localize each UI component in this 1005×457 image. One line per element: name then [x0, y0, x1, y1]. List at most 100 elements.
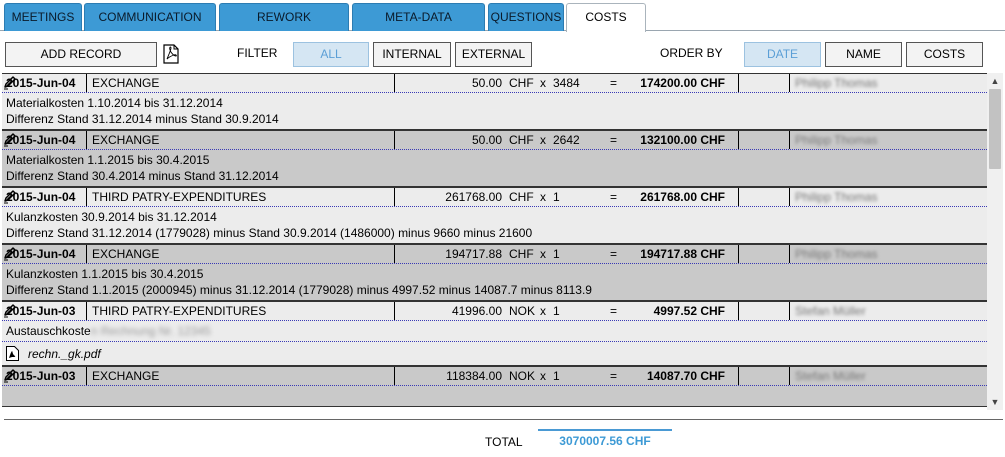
record-total: 132100.00 CHF: [640, 133, 725, 147]
record-date: 2015-Jun-04: [6, 247, 76, 261]
attachment-filename[interactable]: rechn._gk.pdf: [28, 347, 101, 361]
record-multiplier: x: [540, 190, 546, 204]
cost-record[interactable]: 2015-Jun-03 THIRD PATRY-EXPENDITURES 419…: [2, 301, 987, 366]
description-line: Differenz Stand 31.12.2014 minus Stand 3…: [6, 112, 279, 126]
filter-label: FILTER: [237, 46, 278, 60]
cost-record[interactable]: 2015-Jun-04 THIRD PATRY-EXPENDITURES 261…: [2, 187, 987, 244]
record-amount: 50.00: [471, 76, 502, 90]
record-description: Kulanzkosten 30.9.2014 bis 31.12.2014 Di…: [2, 207, 987, 243]
record-type: THIRD PATRY-EXPENDITURES: [92, 304, 267, 318]
record-total: 4997.52 CHF: [653, 304, 725, 318]
record-currency: NOK: [509, 369, 536, 383]
record-author: Philipp Thomas: [795, 133, 878, 147]
record-quantity: 1: [553, 190, 560, 204]
order-costs-button[interactable]: COSTS: [906, 42, 983, 67]
record-date: 2015-Jun-04: [6, 190, 76, 204]
footer-divider: [4, 419, 1003, 420]
record-quantity: 3484: [553, 76, 580, 90]
cost-record[interactable]: 2015-Jun-04 EXCHANGE 50.00 CHF x 2642 = …: [2, 130, 987, 187]
total-underline: [538, 429, 672, 431]
description-line: Differenz Stand 1.1.2015 (2000945) minus…: [6, 283, 592, 297]
tab-communication[interactable]: COMMUNICATION: [84, 3, 216, 31]
record-author: Philipp Thomas: [795, 76, 878, 90]
scroll-up-icon[interactable]: ▲: [990, 76, 1000, 86]
tab-meta-data[interactable]: META-DATA: [352, 3, 485, 31]
description-line: Kulanzkosten 1.1.2015 bis 30.4.2015: [6, 267, 204, 281]
tab-rework[interactable]: REWORK: [219, 3, 349, 31]
filter-all-button[interactable]: ALL: [293, 42, 369, 67]
total-label: TOTAL: [485, 435, 523, 449]
record-total: 261768.00 CHF: [640, 190, 725, 204]
tab-bar: MEETINGS COMMUNICATION REWORK META-DATA …: [0, 0, 1005, 32]
record-currency: CHF: [509, 133, 534, 147]
record-currency: CHF: [509, 247, 534, 261]
scrollbar-thumb[interactable]: [989, 89, 1001, 169]
record-multiplier: x: [540, 369, 546, 383]
description-line: Kulanzkosten 30.9.2014 bis 31.12.2014: [6, 210, 217, 224]
toolbar: ADD RECORD FILTER ALL INTERNAL EXTERNAL …: [0, 31, 1005, 73]
record-header: 2015-Jun-04 EXCHANGE 50.00 CHF x 2642 = …: [2, 130, 987, 150]
record-type: EXCHANGE: [92, 76, 160, 90]
record-date: 2015-Jun-04: [6, 76, 76, 90]
record-amount: 41996.00: [451, 304, 502, 318]
total-value: 3070007.56 CHF: [559, 434, 651, 448]
record-currency: NOK: [509, 304, 536, 318]
tab-costs[interactable]: COSTS: [566, 3, 646, 32]
record-author: Stefan Müller: [795, 304, 866, 318]
description-text: Austauschkoste: [6, 324, 91, 338]
record-currency: CHF: [509, 190, 534, 204]
record-quantity: 1: [553, 304, 560, 318]
record-multiplier: x: [540, 133, 546, 147]
record-description: [2, 386, 987, 406]
file-icon: [6, 346, 19, 361]
record-type: EXCHANGE: [92, 369, 160, 383]
record-header: 2015-Jun-04 EXCHANGE 194717.88 CHF x 1 =…: [2, 244, 987, 264]
vertical-scrollbar[interactable]: ▲ ▼: [987, 73, 1003, 410]
record-quantity: 2642: [553, 133, 580, 147]
record-header: 2015-Jun-03 THIRD PATRY-EXPENDITURES 419…: [2, 301, 987, 321]
redacted-text: n Rechnung Nr. 12345: [90, 324, 211, 338]
add-record-button[interactable]: ADD RECORD: [5, 42, 157, 67]
record-amount: 118384.00: [446, 369, 502, 383]
filter-internal-button[interactable]: INTERNAL: [373, 42, 451, 67]
record-amount: 50.00: [471, 133, 502, 147]
record-description: Materialkosten 1.1.2015 bis 30.4.2015 Di…: [2, 150, 987, 186]
record-total: 14087.70 CHF: [646, 369, 725, 383]
order-by-label: ORDER BY: [660, 46, 723, 60]
description-line: Differenz Stand 30.4.2014 minus Stand 31…: [6, 169, 279, 183]
record-amount: 194717.88: [445, 247, 502, 261]
record-multiplier: x: [540, 247, 546, 261]
record-author: Philipp Thomas: [795, 190, 878, 204]
filter-external-button[interactable]: EXTERNAL: [455, 42, 532, 67]
cost-record[interactable]: 2015-Jun-04 EXCHANGE 194717.88 CHF x 1 =…: [2, 244, 987, 301]
description-line: Materialkosten 1.10.2014 bis 31.12.2014: [6, 96, 223, 110]
record-header: 2015-Jun-04 THIRD PATRY-EXPENDITURES 261…: [2, 187, 987, 207]
record-header: 2015-Jun-04 EXCHANGE 50.00 CHF x 3484 = …: [2, 73, 987, 93]
record-multiplier: x: [540, 304, 546, 318]
record-header: 2015-Jun-03 EXCHANGE 118384.00 NOK x 1 =…: [2, 366, 987, 386]
order-date-button[interactable]: DATE: [744, 42, 821, 67]
tab-questions[interactable]: QUESTIONS: [488, 3, 564, 31]
cost-record[interactable]: 2015-Jun-03 EXCHANGE 118384.00 NOK x 1 =…: [2, 366, 987, 407]
record-type: THIRD PATRY-EXPENDITURES: [92, 190, 267, 204]
record-multiplier: x: [540, 76, 546, 90]
record-type: EXCHANGE: [92, 247, 160, 261]
description-line: Differenz Stand 31.12.2014 (1779028) min…: [6, 226, 533, 240]
pdf-icon[interactable]: [163, 44, 179, 64]
record-date: 2015-Jun-04: [6, 133, 76, 147]
cost-record[interactable]: 2015-Jun-04 EXCHANGE 50.00 CHF x 3484 = …: [2, 73, 987, 130]
record-description: Austauschkosten Rechnung Nr. 12345: [2, 321, 987, 341]
tab-meetings[interactable]: MEETINGS: [4, 3, 82, 31]
description-line: Materialkosten 1.1.2015 bis 30.4.2015: [6, 153, 210, 167]
record-description: Materialkosten 1.10.2014 bis 31.12.2014 …: [2, 93, 987, 129]
record-total: 174200.00 CHF: [640, 76, 725, 90]
record-date: 2015-Jun-03: [6, 304, 76, 318]
order-name-button[interactable]: NAME: [825, 42, 902, 67]
record-author: Philipp Thomas: [795, 247, 878, 261]
cost-records-list: 2015-Jun-04 EXCHANGE 50.00 CHF x 3484 = …: [2, 73, 987, 410]
scroll-down-icon[interactable]: ▼: [990, 397, 1000, 407]
record-currency: CHF: [509, 76, 534, 90]
attachment-row[interactable]: rechn._gk.pdf: [2, 341, 987, 365]
record-description: Kulanzkosten 1.1.2015 bis 30.4.2015 Diff…: [2, 264, 987, 300]
description-line: Austauschkosten Rechnung Nr. 12345: [6, 323, 983, 339]
